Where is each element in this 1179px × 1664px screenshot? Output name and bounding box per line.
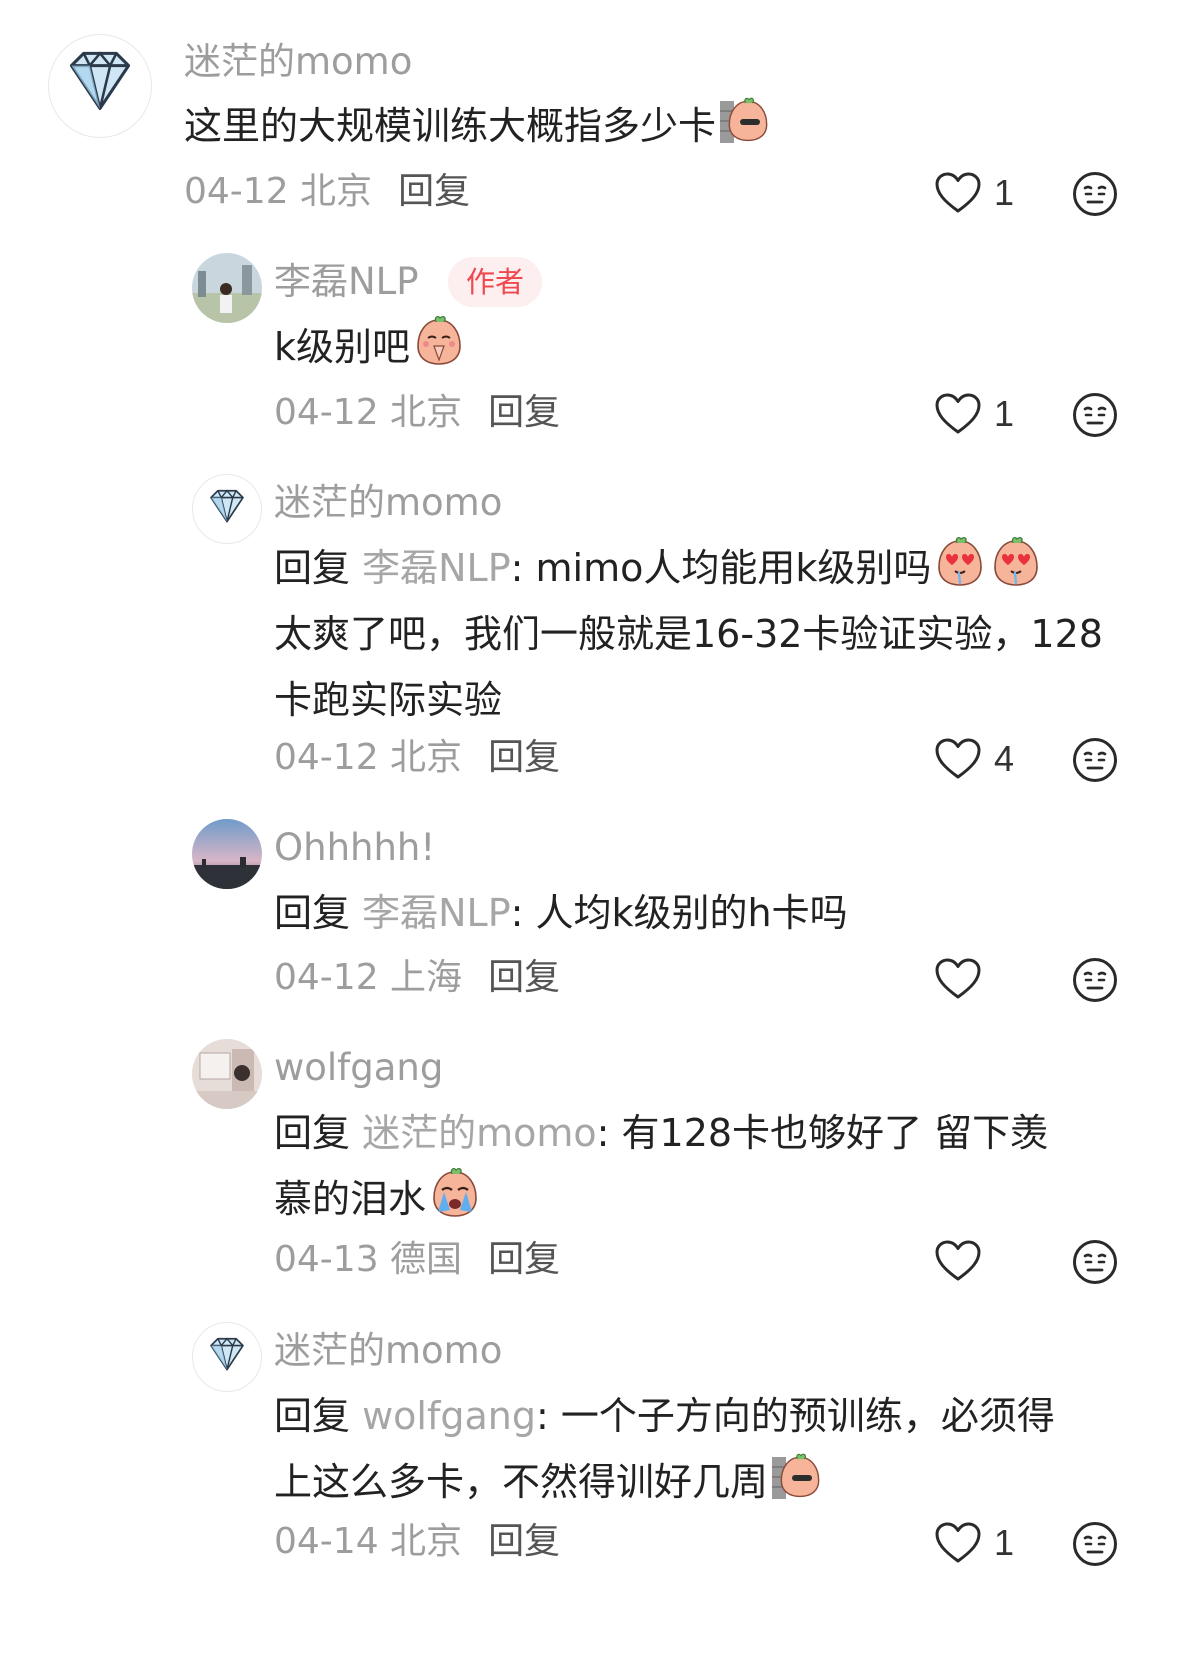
avatar[interactable]: [48, 34, 152, 138]
wall-peek-emoji: [770, 1449, 824, 1503]
comment-text: 这里的大规模训练大概指多少卡: [184, 104, 717, 148]
date-location: 04-12 北京: [274, 392, 463, 433]
avatar[interactable]: [192, 253, 262, 323]
author-badge: 作者: [448, 257, 543, 307]
avatar-photo: [192, 1039, 262, 1109]
avatar[interactable]: [192, 1322, 262, 1392]
comment-text: : mimo人均能用k级别吗: [510, 546, 932, 590]
neutral-face-icon[interactable]: [1072, 392, 1118, 438]
heart-outline-icon: [934, 957, 982, 1001]
comment-meta: 04-14 北京 回复: [274, 1520, 560, 1564]
like-count: 4: [994, 738, 1015, 779]
crying-emoji: [428, 1166, 482, 1220]
like-button[interactable]: 1: [934, 1518, 1014, 1568]
diamond-icon: [210, 489, 244, 523]
neutral-face-icon[interactable]: [1072, 737, 1118, 783]
comment-text-continued: 上这么多卡，不然得训好几周: [274, 1460, 769, 1504]
neutral-face-icon[interactable]: [1072, 957, 1118, 1003]
reply-prefix: 回复: [274, 1111, 363, 1155]
like-count: 1: [994, 393, 1015, 434]
like-button[interactable]: [934, 954, 994, 1004]
avatar[interactable]: [192, 1039, 262, 1109]
neutral-face-icon[interactable]: [1072, 171, 1118, 217]
date-location: 04-12 北京: [184, 171, 373, 212]
comment-text-continued: 慕的泪水: [274, 1177, 427, 1221]
reply-prefix: 回复: [274, 1394, 363, 1438]
reply-prefix: 回复: [274, 891, 363, 935]
comment-body: 回复 迷茫的momo: 有128卡也够好了 留下羡 慕的泪水: [274, 1100, 1134, 1232]
like-count: 1: [994, 172, 1015, 213]
comment-text-continued: 太爽了吧，我们一般就是16-32卡验证实验，128卡跑实际实验: [274, 612, 1103, 722]
comment-meta: 04-12 北京 回复: [184, 170, 470, 214]
wall-peek-emoji: [718, 93, 772, 147]
date-location: 04-13 德国: [274, 1239, 463, 1280]
heart-outline-icon: [934, 1239, 982, 1283]
neutral-face-icon[interactable]: [1072, 1239, 1118, 1285]
comment-body: 这里的大规模训练大概指多少卡: [184, 93, 1124, 159]
comment-body: 回复 李磊NLP: 人均k级别的h卡吗: [274, 880, 1134, 946]
reply-button[interactable]: 回复: [488, 1521, 560, 1562]
like-button[interactable]: 1: [934, 389, 1014, 439]
heart-eyes-emoji: [989, 535, 1043, 589]
username[interactable]: 迷茫的momo: [274, 1329, 502, 1373]
username[interactable]: Ohhhhh!: [274, 826, 435, 870]
heart-outline-icon: [934, 171, 982, 215]
username[interactable]: 迷茫的momo: [274, 481, 502, 525]
avatar[interactable]: [192, 819, 262, 889]
comment-text: k级别吧: [274, 325, 411, 369]
date-location: 04-12 北京: [274, 737, 463, 778]
avatar-photo: [192, 253, 262, 323]
heart-outline-icon: [934, 737, 982, 781]
reply-prefix: 回复: [274, 546, 363, 590]
comment-body: 回复 wolfgang: 一个子方向的预训练，必须得 上这么多卡，不然得训好几周: [274, 1383, 1134, 1515]
diamond-icon: [210, 1337, 244, 1371]
heart-outline-icon: [934, 1521, 982, 1565]
mention-link[interactable]: 迷茫的momo: [362, 1111, 597, 1155]
diamond-icon: [49, 35, 151, 137]
reply-button[interactable]: 回复: [488, 392, 560, 433]
reply-button[interactable]: 回复: [398, 171, 470, 212]
comment-text: : 人均k级别的h卡吗: [510, 891, 848, 935]
username[interactable]: 迷茫的momo: [184, 40, 412, 84]
username[interactable]: 李磊NLP: [274, 260, 419, 304]
heart-eyes-emoji: [933, 535, 987, 589]
reply-button[interactable]: 回复: [488, 1239, 560, 1280]
comment-meta: 04-12 北京 回复: [274, 391, 560, 435]
avatar[interactable]: [192, 474, 262, 544]
praying-emoji: [412, 314, 466, 368]
date-location: 04-12 上海: [274, 957, 463, 998]
username[interactable]: wolfgang: [274, 1046, 443, 1090]
comment-meta: 04-12 北京 回复: [274, 736, 560, 780]
mention-link[interactable]: wolfgang: [362, 1394, 536, 1438]
comment-body: 回复 李磊NLP: mimo人均能用k级别吗 太爽了吧，我们一般就是16-32卡…: [274, 535, 1134, 733]
avatar-photo: [192, 819, 262, 889]
like-button[interactable]: 1: [934, 168, 1014, 218]
neutral-face-icon[interactable]: [1072, 1521, 1118, 1567]
mention-link[interactable]: 李磊NLP: [362, 891, 511, 935]
heart-outline-icon: [934, 392, 982, 436]
like-count: 1: [994, 1522, 1015, 1563]
comment-meta: 04-12 上海 回复: [274, 956, 560, 1000]
reply-button[interactable]: 回复: [488, 737, 560, 778]
mention-link[interactable]: 李磊NLP: [362, 546, 511, 590]
like-button[interactable]: [934, 1236, 994, 1286]
reply-button[interactable]: 回复: [488, 957, 560, 998]
comment-meta: 04-13 德国 回复: [274, 1238, 560, 1282]
comment-text: : 有128卡也够好了 留下羡: [596, 1111, 1049, 1155]
like-button[interactable]: 4: [934, 734, 1014, 784]
comment-text: : 一个子方向的预训练，必须得: [535, 1394, 1055, 1438]
comment-body: k级别吧: [274, 314, 1134, 380]
date-location: 04-14 北京: [274, 1521, 463, 1562]
